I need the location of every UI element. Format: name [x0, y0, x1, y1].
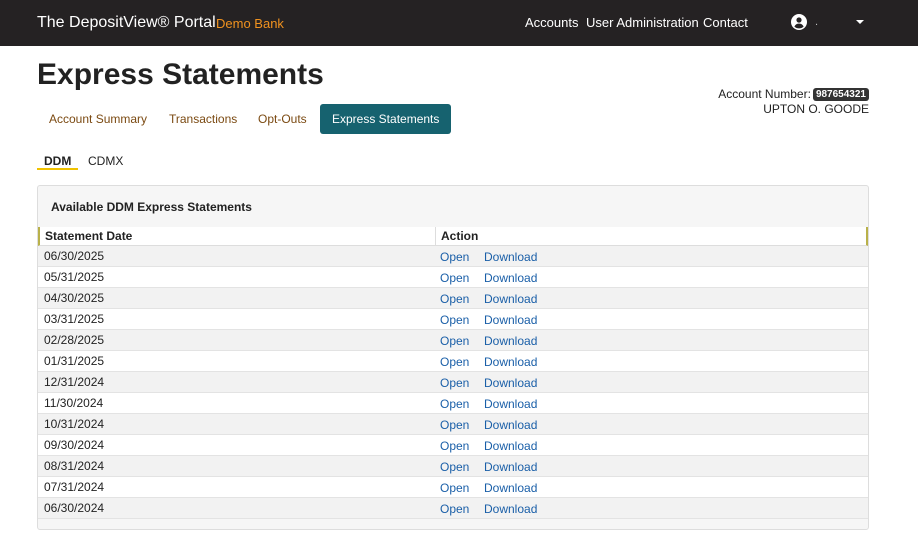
statement-date: 02/28/2025 [44, 333, 105, 347]
account-number-line: Account Number: 987654321 [718, 87, 869, 102]
subtab-ddm[interactable]: DDM [37, 154, 79, 170]
statement-date: 07/31/2024 [44, 480, 105, 494]
subtab-cdmx[interactable]: CDMX [88, 154, 123, 170]
account-holder-name: UPTON O. GOODE [763, 102, 869, 116]
download-link[interactable]: Download [484, 460, 537, 474]
nav-accounts[interactable]: Accounts [525, 15, 578, 30]
statement-date: 09/30/2024 [44, 438, 105, 452]
open-link[interactable]: Open [440, 292, 469, 306]
bank-name: Demo Bank [216, 16, 284, 31]
open-link[interactable]: Open [440, 376, 469, 390]
statement-date: 06/30/2024 [44, 501, 105, 515]
table-row: 09/30/2024 Open Download [38, 435, 868, 456]
statement-date: 11/30/2024 [44, 396, 104, 410]
user-name: . [815, 16, 819, 28]
statement-date: 01/31/2025 [44, 354, 105, 368]
user-icon[interactable] [791, 14, 807, 30]
tab-opt-outs[interactable]: Opt-Outs [246, 104, 319, 134]
open-link[interactable]: Open [440, 355, 469, 369]
statement-date: 12/31/2024 [44, 375, 105, 389]
column-header-action: Action [441, 229, 479, 243]
table-row: 03/31/2025 Open Download [38, 309, 868, 330]
open-link[interactable]: Open [440, 481, 469, 495]
download-link[interactable]: Download [484, 439, 537, 453]
download-link[interactable]: Download [484, 418, 537, 432]
download-link[interactable]: Download [484, 502, 537, 516]
account-number-label: Account Number: [718, 87, 811, 101]
nav-contact[interactable]: Contact [703, 15, 748, 30]
table-header: Statement Date Action [38, 227, 868, 246]
top-navbar: The DepositView® Portal Demo Bank Accoun… [0, 0, 918, 46]
table-row: 07/31/2024 Open Download [38, 477, 868, 498]
open-link[interactable]: Open [440, 271, 469, 285]
download-link[interactable]: Download [484, 292, 537, 306]
panel-title: Available DDM Express Statements [51, 200, 252, 214]
download-link[interactable]: Download [484, 397, 537, 411]
table-row: 08/31/2024 Open Download [38, 456, 868, 477]
tab-transactions[interactable]: Transactions [157, 104, 249, 134]
open-link[interactable]: Open [440, 397, 469, 411]
nav-user-administration[interactable]: User Administration [586, 15, 699, 30]
download-link[interactable]: Download [484, 376, 537, 390]
open-link[interactable]: Open [440, 250, 469, 264]
download-link[interactable]: Download [484, 355, 537, 369]
table-row: 06/30/2025 Open Download [38, 246, 868, 267]
statement-date: 03/31/2025 [44, 312, 105, 326]
statement-date: 10/31/2024 [44, 417, 105, 431]
statement-date: 08/31/2024 [44, 459, 105, 473]
statements-panel: Available DDM Express Statements Stateme… [37, 185, 869, 530]
table-row: 10/31/2024 Open Download [38, 414, 868, 435]
statement-date: 06/30/2025 [44, 249, 105, 263]
brand-title[interactable]: The DepositView® Portal [37, 14, 216, 32]
download-link[interactable]: Download [484, 481, 537, 495]
tab-account-summary[interactable]: Account Summary [37, 104, 159, 134]
account-number-badge: 987654321 [812, 88, 869, 102]
table-body: 06/30/2025 Open Download 05/31/2025 Open Down… [38, 246, 868, 519]
table-row: 12/31/2024 Open Download [38, 372, 868, 393]
statement-date: 04/30/2025 [44, 291, 105, 305]
table-row: 11/30/2024 Open Download [38, 393, 868, 414]
table-row: 06/30/2024 Open Download [38, 498, 868, 519]
column-divider [435, 227, 436, 246]
column-header-statement-date[interactable]: Statement Date [45, 229, 132, 243]
table-row: 02/28/2025 Open Download [38, 330, 868, 351]
table-row: 04/30/2025 Open Download [38, 288, 868, 309]
page-title: Express Statements [37, 58, 324, 91]
chevron-down-icon[interactable] [856, 20, 864, 24]
tab-express-statements[interactable]: Express Statements [320, 104, 452, 134]
open-link[interactable]: Open [440, 439, 469, 453]
statement-date: 05/31/2025 [44, 270, 105, 284]
table-row: 05/31/2025 Open Download [38, 267, 868, 288]
download-link[interactable]: Download [484, 271, 537, 285]
download-link[interactable]: Download [484, 313, 537, 327]
download-link[interactable]: Download [484, 334, 537, 348]
open-link[interactable]: Open [440, 418, 469, 432]
open-link[interactable]: Open [440, 502, 469, 516]
download-link[interactable]: Download [484, 250, 537, 264]
open-link[interactable]: Open [440, 460, 469, 474]
open-link[interactable]: Open [440, 334, 469, 348]
open-link[interactable]: Open [440, 313, 469, 327]
table-row: 01/31/2025 Open Download [38, 351, 868, 372]
